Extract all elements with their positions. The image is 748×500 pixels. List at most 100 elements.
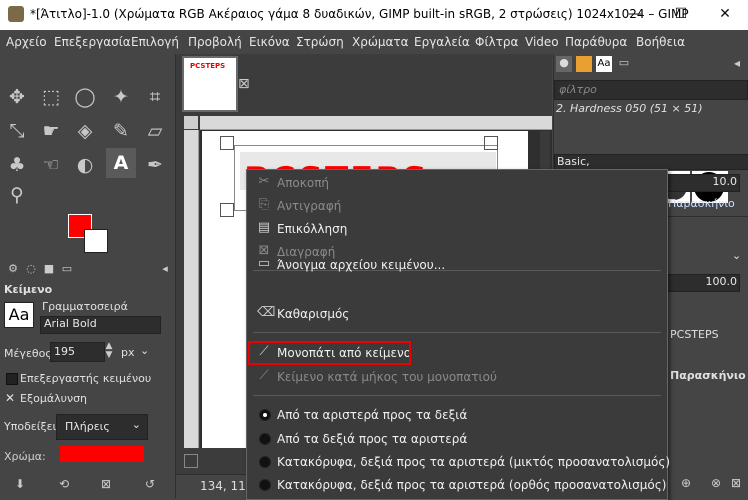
brushes-tab-icon[interactable]: ● (556, 56, 572, 72)
color-picker-icon[interactable]: ✒ (140, 150, 170, 180)
menu-item-label: Αποκοπή (277, 176, 330, 190)
tool-options-tab-icon[interactable]: ⚙ (4, 262, 22, 278)
menu-edit[interactable]: Επεξεργασία (54, 35, 131, 49)
dock-config-icon[interactable]: ◂ (734, 56, 740, 70)
copy-icon: ⎘ (258, 197, 270, 212)
editor-checkbox[interactable] (6, 373, 18, 385)
vertical-ruler[interactable] (184, 130, 199, 448)
menu-select[interactable]: Επιλογή (131, 35, 179, 49)
text-tool-icon[interactable]: A (106, 148, 136, 178)
menu-tools[interactable]: Εργαλεία (414, 35, 470, 49)
opacity-input[interactable]: 100.0 (666, 274, 740, 292)
antialias-label: Εξομάλυνση (20, 392, 88, 405)
gimp-app-icon (8, 6, 24, 22)
undo-tab-icon[interactable]: ■ (40, 262, 58, 278)
menu-item-ltr[interactable]: Από τα αριστερά προς τα δεξιά (247, 404, 667, 426)
font-preview-button[interactable]: Aa (4, 302, 34, 328)
menu-item-vertical-mixed[interactable]: Κατακόρυφα, δεξιά προς τα αριστερά (μικτ… (247, 451, 670, 473)
reset-options-icon[interactable]: ↺ (138, 477, 162, 491)
menu-item-cut[interactable]: ✂ Αποκοπή (247, 172, 667, 194)
dodge-icon[interactable]: ◐ (70, 150, 100, 180)
anchor-layer-icon[interactable]: ⊠ (724, 476, 748, 490)
menu-image[interactable]: Εικόνα (249, 35, 290, 49)
new-layer-icon[interactable]: ⊕ (674, 476, 698, 490)
delete-options-icon[interactable]: ⊠ (94, 477, 118, 491)
size-label: Μέγεθος: (4, 347, 56, 360)
patterns-tab-icon[interactable] (576, 56, 592, 72)
close-image-icon[interactable]: ⊠ (238, 76, 250, 92)
device-status-tab-icon[interactable]: ◌ (22, 262, 40, 278)
antialias-checkbox[interactable]: ✕ (5, 391, 15, 405)
close-window-button[interactable]: ✕ (702, 0, 748, 30)
minimize-button[interactable]: — (612, 0, 658, 30)
menu-separator (253, 332, 661, 333)
menu-item-label: Από τα αριστερά προς τα δεξιά (277, 408, 468, 422)
menu-view[interactable]: Προβολή (188, 35, 242, 49)
bucket-fill-icon[interactable]: ◈ (70, 116, 100, 146)
text-color-button[interactable] (60, 446, 144, 462)
font-field[interactable]: Arial Bold (40, 316, 161, 334)
spacing-input[interactable]: 10.0 (666, 174, 740, 192)
menu-item-vertical-upright[interactable]: Κατακόρυφα, δεξιά προς τα αριστερά (ορθό… (247, 474, 667, 496)
transform-icon[interactable]: ⤡ (2, 116, 32, 146)
paintbrush-icon[interactable]: ✎ (106, 116, 136, 146)
menu-windows[interactable]: Παράθυρα (565, 35, 627, 49)
menu-item-copy[interactable]: ⎘ Αντιγραφή (247, 195, 667, 217)
background-color-swatch[interactable] (84, 229, 108, 253)
maximize-button[interactable]: ☐ (658, 0, 704, 30)
unit-select[interactable]: px (121, 346, 135, 359)
horizontal-ruler[interactable] (200, 116, 552, 130)
dock-menu-icon[interactable]: ◂ (156, 262, 174, 278)
rect-select-icon[interactable]: ⬚ (36, 82, 66, 112)
menu-layer[interactable]: Στρώση (296, 35, 344, 49)
menu-video[interactable]: Video (525, 35, 559, 49)
unit-chevron-icon[interactable]: ⌄ (140, 344, 149, 357)
smudge-icon[interactable]: ☜ (36, 150, 66, 180)
handle-top-left[interactable] (220, 136, 234, 150)
brush-filter-placeholder: φίλτρο (559, 83, 597, 96)
brush-filter-input[interactable]: φίλτρο (554, 80, 748, 100)
image-thumbnail-tab[interactable]: PCSTEPS (182, 56, 238, 112)
clone-icon[interactable]: ♣ (2, 150, 32, 180)
handle-bottom-left[interactable] (220, 203, 234, 217)
background-layer-name[interactable]: Παρασκήνιο (670, 369, 746, 382)
menu-help[interactable]: Βοήθεια (636, 35, 685, 49)
menu-item-clear[interactable]: ⌫ Καθαρισμός (247, 303, 667, 325)
menu-filters[interactable]: Φίλτρα (475, 35, 518, 49)
menu-bar: Αρχείο Επεξεργασία Επιλογή Προβολή Εικόν… (0, 30, 748, 54)
menu-colors[interactable]: Χρώματα (352, 35, 409, 49)
move-tool-icon[interactable]: ✥ (2, 82, 32, 112)
tool-options-title: Κείμενο (4, 283, 53, 296)
lasso-icon[interactable]: ◯ (70, 82, 100, 112)
images-tab-icon[interactable]: ▭ (58, 262, 76, 278)
restore-options-icon[interactable]: ⟲ (52, 477, 76, 491)
crop-icon[interactable]: ⌗ (140, 82, 170, 112)
radio-icon (259, 479, 271, 491)
font-label: Γραμματοσειρά (42, 300, 128, 313)
warp-icon[interactable]: ☛ (36, 116, 66, 146)
hinting-value: Πλήρεις (65, 420, 110, 433)
fonts-tab-icon[interactable]: Aa (596, 56, 612, 72)
menu-item-rtl[interactable]: Από τα δεξιά προς τα αριστερά (247, 428, 667, 450)
menu-item-text-along-path[interactable]: ⟋ Κείμενο κατά μήκος του μονοπατιού (247, 366, 667, 388)
menu-item-paste[interactable]: ▤ Επικόλληση (247, 218, 667, 240)
layer-name[interactable]: PCSTEPS (670, 328, 719, 341)
brush-preset-select[interactable]: Basic, (554, 154, 748, 170)
documents-tab-icon[interactable]: ▭ (616, 56, 632, 72)
ruler-corner[interactable] (184, 116, 198, 129)
context-menu: ✂ Αποκοπή ⎘ Αντιγραφή ▤ Επικόλληση ⊠ Δια… (246, 169, 670, 500)
navigate-icon[interactable] (184, 454, 198, 468)
size-stepper-icon[interactable]: ▲ ▼ (97, 342, 121, 360)
mode-chevron-icon[interactable]: ⌄ (732, 249, 741, 262)
menu-item-label: Άνοιγμα αρχείου κειμένου... (277, 258, 446, 272)
zoom-icon[interactable]: ⚲ (2, 180, 32, 210)
eraser-icon[interactable]: ▱ (140, 116, 170, 146)
handle-top-right[interactable] (484, 136, 498, 150)
menu-item-open-text-file[interactable]: ▭ Άνοιγμα αρχείου κειμένου... (247, 254, 667, 276)
save-options-icon[interactable]: ⬇ (8, 477, 32, 491)
hinting-select[interactable]: Πλήρεις ⌄ (56, 414, 148, 440)
current-brush-name: 2. Hardness 050 (51 × 51) (556, 102, 703, 115)
menu-separator (253, 395, 661, 396)
fuzzy-select-icon[interactable]: ✦ (106, 82, 136, 112)
menu-file[interactable]: Αρχείο (6, 35, 47, 49)
